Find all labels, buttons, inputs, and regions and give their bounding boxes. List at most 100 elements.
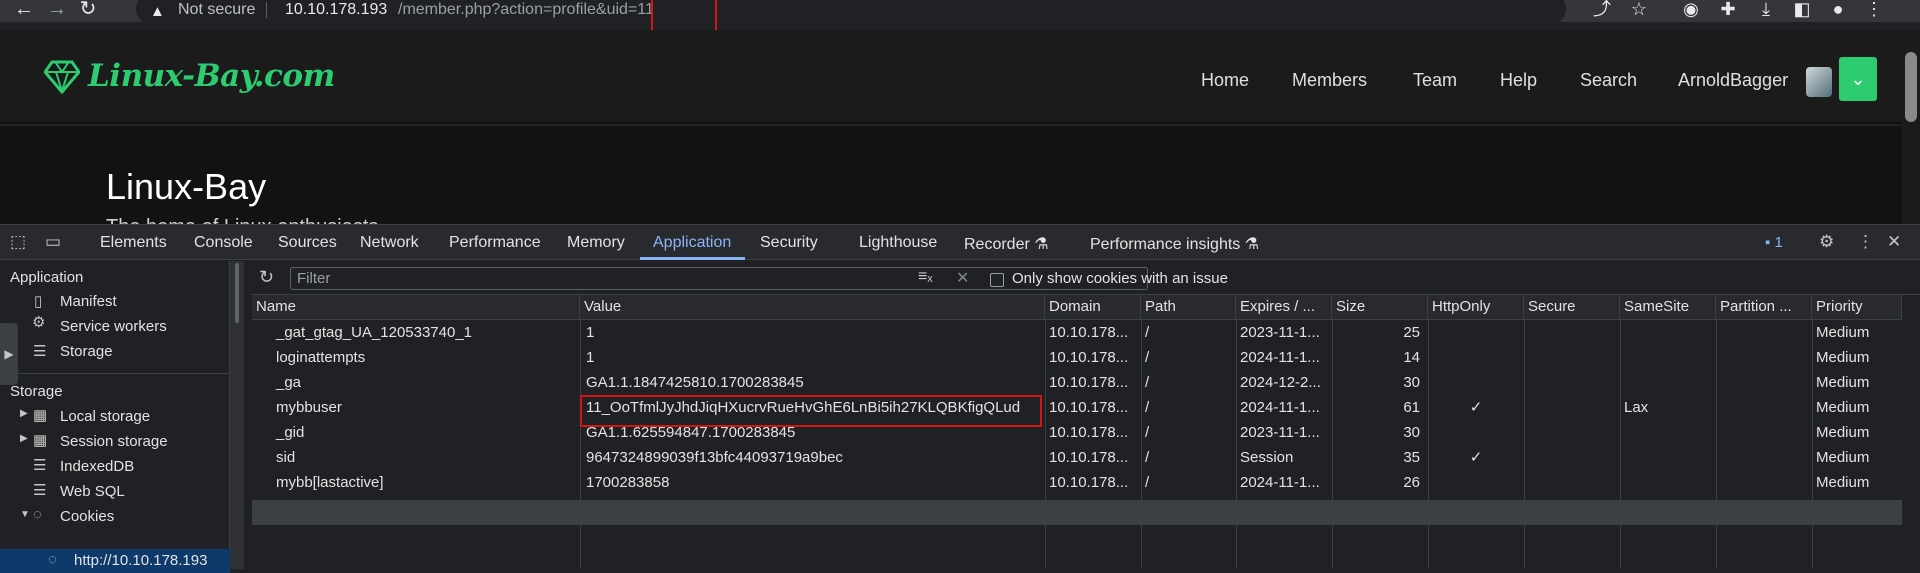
url-path[interactable]: /member.php?action=profile&uid=11	[398, 1, 654, 19]
back-icon[interactable]: ←	[12, 0, 36, 22]
collapse-arrow-icon[interactable]: ▼	[20, 509, 30, 520]
cookie-partition[interactable]	[1716, 320, 1812, 345]
download-icon[interactable]: ⤓	[1754, 0, 1778, 22]
column-header-size[interactable]: Size	[1332, 295, 1428, 320]
column-header-priority[interactable]: Priority	[1812, 295, 1902, 320]
cookie-expires[interactable]: 2024-11-1...	[1236, 470, 1332, 495]
cookie-expires[interactable]: 2023-11-1...	[1236, 420, 1332, 445]
column-header-value[interactable]: Value	[580, 295, 1045, 320]
cookie-expires[interactable]: 2023-11-1...	[1236, 320, 1332, 345]
cookie-samesite[interactable]	[1620, 345, 1716, 370]
cookie-path[interactable]: /	[1141, 320, 1236, 345]
cookie-httponly[interactable]	[1428, 420, 1524, 445]
url-host[interactable]: 10.10.178.193	[285, 1, 387, 19]
cookie-size[interactable]: 14	[1332, 345, 1428, 370]
site-logo-text[interactable]: Linux-Bay.com	[88, 58, 335, 94]
only-issues-label[interactable]: Only show cookies with an issue	[1012, 270, 1228, 287]
cookie-domain[interactable]: 10.10.178...	[1045, 420, 1141, 445]
sidebar-item-storage[interactable]: Storage	[60, 343, 113, 360]
sidebar-toggle-icon[interactable]: ▶	[0, 323, 18, 385]
cookie-secure[interactable]	[1524, 370, 1620, 395]
table-row[interactable]: _gid GA1.1.625594847.1700283845 10.10.178.…	[252, 420, 1902, 445]
tab-elements[interactable]: Elements	[100, 234, 167, 252]
cookie-name[interactable]: _gid	[252, 420, 580, 445]
empty-selected-row[interactable]	[252, 500, 1902, 525]
cookie-priority[interactable]: Medium	[1812, 395, 1902, 420]
cookie-path[interactable]: /	[1141, 370, 1236, 395]
inspect-element-icon[interactable]: ⬚	[10, 232, 26, 252]
cookie-domain[interactable]: 10.10.178...	[1045, 370, 1141, 395]
cookie-priority[interactable]: Medium	[1812, 470, 1902, 495]
cookie-path[interactable]: /	[1141, 395, 1236, 420]
close-icon[interactable]: ✕	[1887, 232, 1901, 252]
security-label[interactable]: Not secure	[178, 1, 255, 19]
issues-badge[interactable]: ▪ 1	[1765, 234, 1783, 251]
cookie-value[interactable]: GA1.1.1847425810.1700283845	[580, 370, 1045, 395]
column-header-path[interactable]: Path	[1141, 295, 1236, 320]
cookie-partition[interactable]	[1716, 345, 1812, 370]
tab-console[interactable]: Console	[194, 234, 253, 252]
cookie-secure[interactable]	[1524, 420, 1620, 445]
sidebar-item-cookies[interactable]: Cookies	[60, 508, 114, 525]
sidebar-item-web-sql[interactable]: Web SQL	[60, 483, 125, 500]
column-header-secure[interactable]: Secure	[1524, 295, 1620, 320]
cookie-httponly[interactable]	[1428, 345, 1524, 370]
address-bar[interactable]: ▲ Not secure 10.10.178.193 /member.php?a…	[136, 0, 1566, 24]
cookie-name[interactable]: _gat_gtag_UA_120533740_1	[252, 320, 580, 345]
cookie-value[interactable]: 1	[580, 320, 1045, 345]
cookie-domain[interactable]: 10.10.178...	[1045, 445, 1141, 470]
cookie-partition[interactable]	[1716, 395, 1812, 420]
cookie-domain[interactable]: 10.10.178...	[1045, 320, 1141, 345]
tab-recorder[interactable]: Recorder ⚗	[964, 234, 1049, 254]
cookie-priority[interactable]: Medium	[1812, 320, 1902, 345]
tab-application[interactable]: Application	[653, 234, 731, 252]
cookie-name[interactable]: mybbuser	[252, 395, 580, 420]
nav-team[interactable]: Team	[1413, 70, 1457, 91]
cookie-size[interactable]: 30	[1332, 370, 1428, 395]
forward-icon[interactable]: →	[45, 0, 69, 22]
cookie-secure[interactable]	[1524, 395, 1620, 420]
column-header-httponly[interactable]: HttpOnly	[1428, 295, 1524, 320]
cookie-samesite[interactable]	[1620, 320, 1716, 345]
tab-sources[interactable]: Sources	[278, 234, 337, 252]
cookie-priority[interactable]: Medium	[1812, 445, 1902, 470]
cookie-httponly[interactable]	[1428, 470, 1524, 495]
page-scrollbar[interactable]	[1902, 30, 1920, 224]
refresh-icon[interactable]: ↻	[259, 267, 274, 288]
user-dropdown-button[interactable]: ⌄	[1839, 57, 1877, 101]
cookie-domain[interactable]: 10.10.178...	[1045, 345, 1141, 370]
device-toggle-icon[interactable]: ▭	[45, 232, 61, 252]
nav-search[interactable]: Search	[1580, 70, 1637, 91]
star-icon[interactable]: ☆	[1627, 0, 1651, 22]
reload-icon[interactable]: ↻	[76, 0, 100, 22]
sidebar-item-session-storage[interactable]: Session storage	[60, 433, 168, 450]
cookie-secure[interactable]	[1524, 470, 1620, 495]
column-header-partition[interactable]: Partition ...	[1716, 295, 1812, 320]
cookie-name[interactable]: loginattempts	[252, 345, 580, 370]
nav-username[interactable]: ArnoldBagger	[1678, 70, 1788, 91]
cookie-expires[interactable]: Session	[1236, 445, 1332, 470]
cookie-samesite[interactable]	[1620, 370, 1716, 395]
cookie-partition[interactable]	[1716, 470, 1812, 495]
cookie-samesite[interactable]	[1620, 445, 1716, 470]
cookie-value[interactable]: 1	[580, 345, 1045, 370]
sidebar-item-service-workers[interactable]: Service workers	[60, 318, 167, 335]
nav-home[interactable]: Home	[1201, 70, 1249, 91]
tab-lighthouse[interactable]: Lighthouse	[859, 234, 937, 252]
cookie-samesite[interactable]	[1620, 470, 1716, 495]
table-row[interactable]: _gat_gtag_UA_120533740_1 1 10.10.178.../20…	[252, 320, 1902, 345]
splitter-grip[interactable]	[235, 263, 239, 323]
column-header-domain[interactable]: Domain	[1045, 295, 1141, 320]
cookie-httponly[interactable]	[1428, 370, 1524, 395]
profile-icon[interactable]: ●	[1826, 0, 1850, 22]
sidebar-item-local-storage[interactable]: Local storage	[60, 408, 150, 425]
sidebar-item-indexeddb[interactable]: IndexedDB	[60, 458, 134, 475]
cookie-secure[interactable]	[1524, 445, 1620, 470]
more-options-icon[interactable]: ⋮	[1857, 232, 1874, 252]
cookie-path[interactable]: /	[1141, 470, 1236, 495]
cookie-partition[interactable]	[1716, 445, 1812, 470]
column-header-expires[interactable]: Expires / ...	[1236, 295, 1332, 320]
column-header-samesite[interactable]: SameSite	[1620, 295, 1716, 320]
tab-memory[interactable]: Memory	[567, 234, 625, 252]
cookie-size[interactable]: 35	[1332, 445, 1428, 470]
